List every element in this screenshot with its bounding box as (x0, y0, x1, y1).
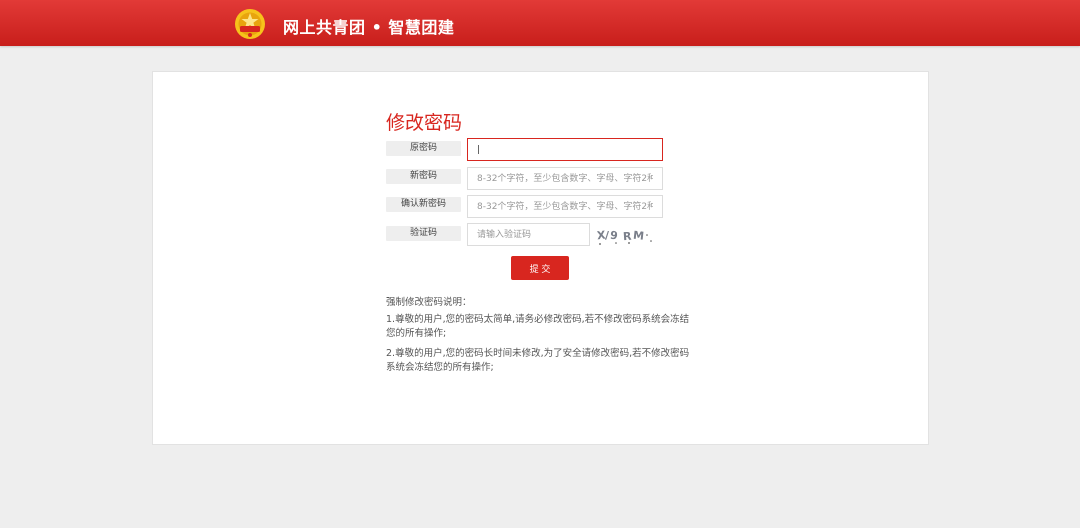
confirm-password-input[interactable] (467, 195, 663, 218)
svg-text:9: 9 (609, 229, 618, 243)
svg-text:M: M (632, 229, 644, 243)
captcha-image[interactable]: X / 9 R M (596, 226, 656, 246)
submit-button[interactable]: 提 交 (511, 256, 569, 280)
old-password-input[interactable] (467, 138, 663, 161)
notes-title: 强制修改密码说明： (386, 297, 472, 308)
league-emblem-icon (235, 9, 265, 39)
site-title: 网上共青团 • 智慧团建 (283, 18, 455, 37)
note-item: 1.尊敬的用户,您的密码太简单,请务必修改密码,若不修改密码系统会冻结您的所有操… (386, 314, 690, 339)
captcha-label: 验证码 (386, 226, 461, 241)
svg-text:R: R (623, 230, 633, 244)
top-header-bar: 网上共青团 • 智慧团建 (0, 0, 1080, 46)
captcha-input[interactable] (467, 223, 590, 246)
note-item: 2.尊敬的用户,您的密码长时间未修改,为了安全请修改密码,若不修改密码系统会冻结… (386, 348, 690, 373)
page-title: 修改密码 (386, 112, 463, 134)
new-password-input[interactable] (467, 167, 663, 190)
old-password-label: 原密码 (386, 141, 461, 156)
new-password-label: 新密码 (386, 169, 461, 184)
confirm-password-label: 确认新密码 (386, 197, 461, 212)
